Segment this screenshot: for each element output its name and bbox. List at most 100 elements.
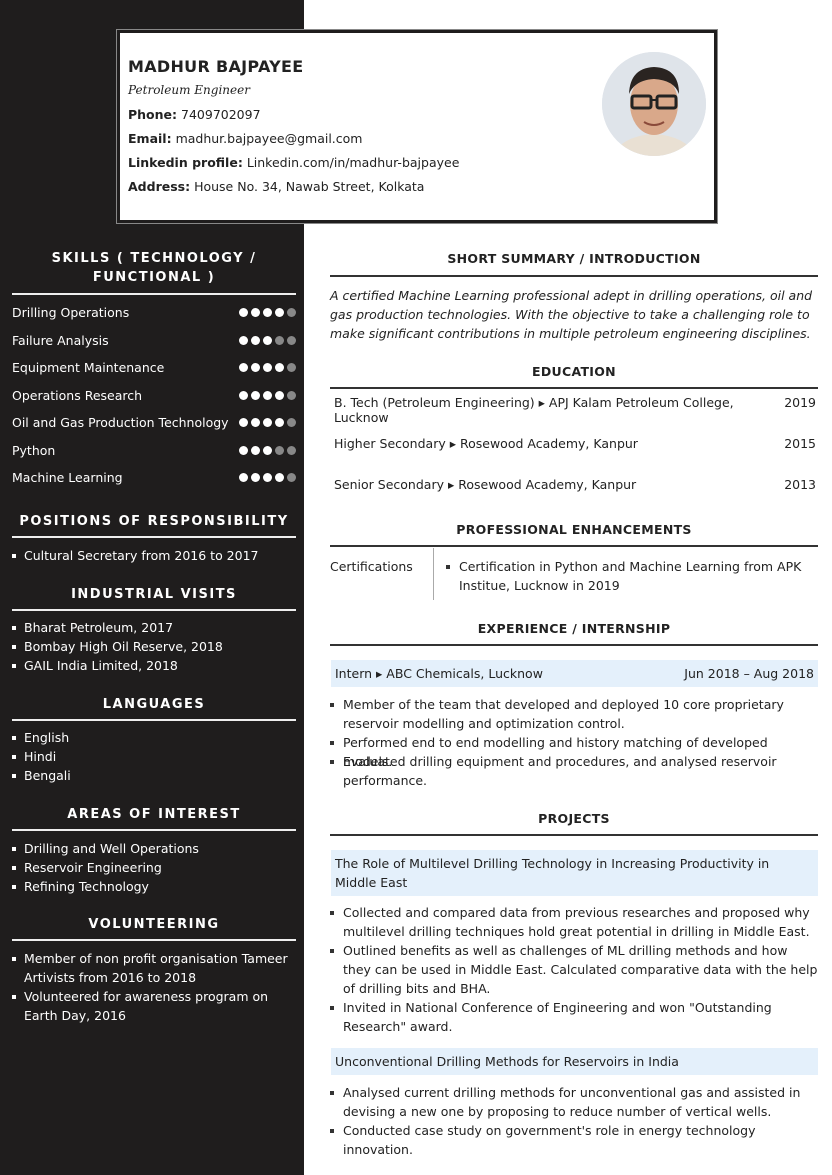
- year: 2013: [784, 477, 816, 492]
- education-row: B. Tech (Petroleum Engineering) ▸ APJ Ka…: [334, 395, 816, 425]
- skill-rating: [239, 473, 296, 482]
- rating-dot: [275, 308, 284, 317]
- rating-dot: [287, 473, 296, 482]
- education-row: Senior Secondary ▸ Rosewood Academy, Kan…: [334, 477, 816, 492]
- linkedin: Linkedin profile: Linkedin.com/in/madhur…: [128, 155, 460, 170]
- divider: [330, 387, 818, 389]
- list-item: Collected and compared data from previou…: [330, 903, 818, 941]
- list-item: Member of non profit organisation Tameer…: [12, 949, 292, 987]
- list-item: Invited in National Conference of Engine…: [330, 998, 818, 1036]
- list-item: Cultural Secretary from 2016 to 2017: [12, 546, 292, 565]
- skills-heading: SKILLS ( TECHNOLOGY / FUNCTIONAL ): [51, 251, 257, 285]
- skill-row: Drilling Operations: [12, 305, 296, 320]
- divider: [12, 939, 296, 941]
- rating-dot: [287, 418, 296, 427]
- school: Rosewood Academy, Kanpur: [459, 436, 638, 451]
- summary-heading: SHORT SUMMARY / INTRODUCTION: [447, 251, 701, 266]
- rating-dot: [275, 418, 284, 427]
- list-item: English: [12, 728, 292, 747]
- divider: [12, 719, 296, 721]
- cert-label: Certifications: [330, 559, 413, 574]
- project-title: Unconventional Drilling Methods for Rese…: [331, 1048, 818, 1075]
- rating-dot: [251, 363, 260, 372]
- divider: [12, 536, 296, 538]
- degree: Senior Secondary: [334, 477, 444, 492]
- rating-dot: [239, 445, 248, 455]
- list-item: Refining Technology: [12, 877, 292, 896]
- skill-name: Equipment Maintenance: [12, 360, 165, 375]
- skill-rating: [239, 390, 296, 400]
- candidate-name: MADHUR BAJPAYEE: [128, 57, 304, 76]
- divider: [12, 293, 296, 295]
- email: Email: madhur.bajpayee@gmail.com: [128, 131, 363, 146]
- languages-heading: LANGUAGES: [102, 697, 206, 712]
- list-item: Bharat Petroleum, 2017: [12, 618, 292, 637]
- list-item: Bombay High Oil Reserve, 2018: [12, 637, 292, 656]
- divider: [330, 644, 818, 646]
- cert-item: Certification in Python and Machine Lear…: [446, 557, 806, 595]
- skill-rating: [239, 445, 296, 455]
- rating-dot: [275, 335, 284, 345]
- rating-dot: [251, 335, 260, 345]
- rating-dot: [239, 418, 248, 427]
- list-item: Analysed current drilling methods for un…: [330, 1083, 818, 1121]
- list-item: Drilling and Well Operations: [12, 839, 292, 858]
- divider: [330, 275, 818, 277]
- enhancements-heading: PROFESSIONAL ENHANCEMENTS: [456, 522, 692, 537]
- header-card: MADHUR BAJPAYEE Petroleum Engineer Phone…: [117, 30, 717, 223]
- divider: [12, 609, 296, 611]
- rating-dot: [287, 363, 296, 372]
- skill-row: Failure Analysis: [12, 333, 296, 348]
- skill-name: Operations Research: [12, 387, 143, 403]
- experience-bar: Intern ▸ ABC Chemicals, Lucknow Jun 2018…: [331, 660, 818, 687]
- divider: [330, 834, 818, 836]
- project-title: The Role of Multilevel Drilling Technolo…: [331, 850, 818, 896]
- rating-dot: [251, 418, 260, 427]
- rating-dot: [251, 308, 260, 317]
- rating-dot: [239, 335, 248, 345]
- projects-heading: PROJECTS: [538, 811, 610, 826]
- skill-row: Python: [12, 443, 296, 458]
- skill-name: Machine Learning: [12, 470, 123, 485]
- skill-name: Oil and Gas Production Technology: [12, 415, 229, 430]
- rating-dot: [239, 363, 248, 372]
- rating-dot: [263, 390, 272, 400]
- skill-rating: [239, 335, 296, 345]
- list-item: Evaluated drilling equipment and procedu…: [330, 752, 818, 790]
- skill-name: Drilling Operations: [12, 305, 130, 320]
- list-item: Volunteered for awareness program on Ear…: [12, 987, 292, 1025]
- rating-dot: [251, 390, 260, 400]
- rating-dot: [275, 445, 284, 455]
- rating-dot: [287, 445, 296, 455]
- phone: Phone: 7409702097: [128, 107, 261, 122]
- education-row: Higher Secondary ▸ Rosewood Academy, Kan…: [334, 436, 816, 451]
- rating-dot: [275, 390, 284, 400]
- rating-dot: [239, 308, 248, 317]
- skill-rating: [239, 363, 296, 372]
- list-item: Outlined benefits as well as challenges …: [330, 941, 818, 998]
- skill-name: Failure Analysis: [12, 332, 109, 348]
- rating-dot: [263, 418, 272, 427]
- skill-rating: [239, 308, 296, 317]
- skill-rating: [239, 418, 296, 427]
- skill-row: Operations Research: [12, 388, 296, 403]
- rating-dot: [263, 445, 272, 455]
- divider: [330, 545, 818, 547]
- rating-dot: [263, 335, 272, 345]
- year: 2015: [784, 436, 816, 451]
- degree: Higher Secondary: [334, 436, 446, 451]
- list-item: Bengali: [12, 766, 292, 785]
- list-item: Member of the team that developed and de…: [330, 695, 818, 733]
- skill-name: Python: [12, 442, 56, 458]
- list-item: GAIL India Limited, 2018: [12, 656, 292, 675]
- rating-dot: [239, 390, 248, 400]
- school: Rosewood Academy, Kanpur: [458, 477, 637, 492]
- degree: B. Tech (Petroleum Engineering): [334, 395, 535, 410]
- rating-dot: [263, 363, 272, 372]
- rating-dot: [263, 473, 272, 482]
- address: Address: House No. 34, Nawab Street, Kol…: [128, 179, 425, 194]
- rating-dot: [287, 335, 296, 345]
- rating-dot: [275, 363, 284, 372]
- rating-dot: [251, 473, 260, 482]
- experience-heading: EXPERIENCE / INTERNSHIP: [477, 621, 671, 636]
